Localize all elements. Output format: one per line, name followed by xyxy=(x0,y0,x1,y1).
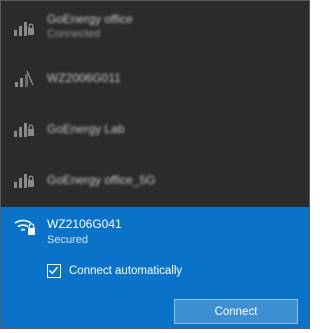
network-name: GoEnergy office_5G xyxy=(47,173,156,187)
network-item[interactable]: GoEnergy office Connected xyxy=(1,3,309,53)
connect-automatically-checkbox[interactable] xyxy=(47,264,61,278)
network-item[interactable]: GoEnergy office_5G xyxy=(1,155,309,205)
wifi-weak-icon xyxy=(13,67,35,89)
connect-automatically-row[interactable]: Connect automatically xyxy=(47,262,182,280)
wifi-secured-icon xyxy=(13,215,37,237)
connect-button[interactable]: Connect xyxy=(174,299,298,324)
network-name: WZ2006G011 xyxy=(47,71,121,85)
selected-network-name: WZ2106G041 xyxy=(47,217,122,231)
network-item[interactable]: GoEnergy Lab xyxy=(1,104,309,154)
wifi-secured-icon xyxy=(13,168,35,190)
wifi-flyout: GoEnergy office Connected WZ2006G011 GoE… xyxy=(0,0,310,329)
network-name: GoEnergy office xyxy=(47,12,133,26)
network-status: Connected xyxy=(47,28,101,40)
connect-automatically-label: Connect automatically xyxy=(69,265,183,277)
network-item[interactable]: WZ2006G011 xyxy=(1,54,309,104)
selected-network-status: Secured xyxy=(47,234,88,246)
wifi-secured-icon xyxy=(13,16,35,38)
selected-network-item[interactable]: WZ2106G041 Secured Connect automatically… xyxy=(1,207,309,328)
wifi-secured-icon xyxy=(13,117,35,139)
network-name: GoEnergy Lab xyxy=(47,122,125,136)
checkmark-icon xyxy=(48,266,59,275)
